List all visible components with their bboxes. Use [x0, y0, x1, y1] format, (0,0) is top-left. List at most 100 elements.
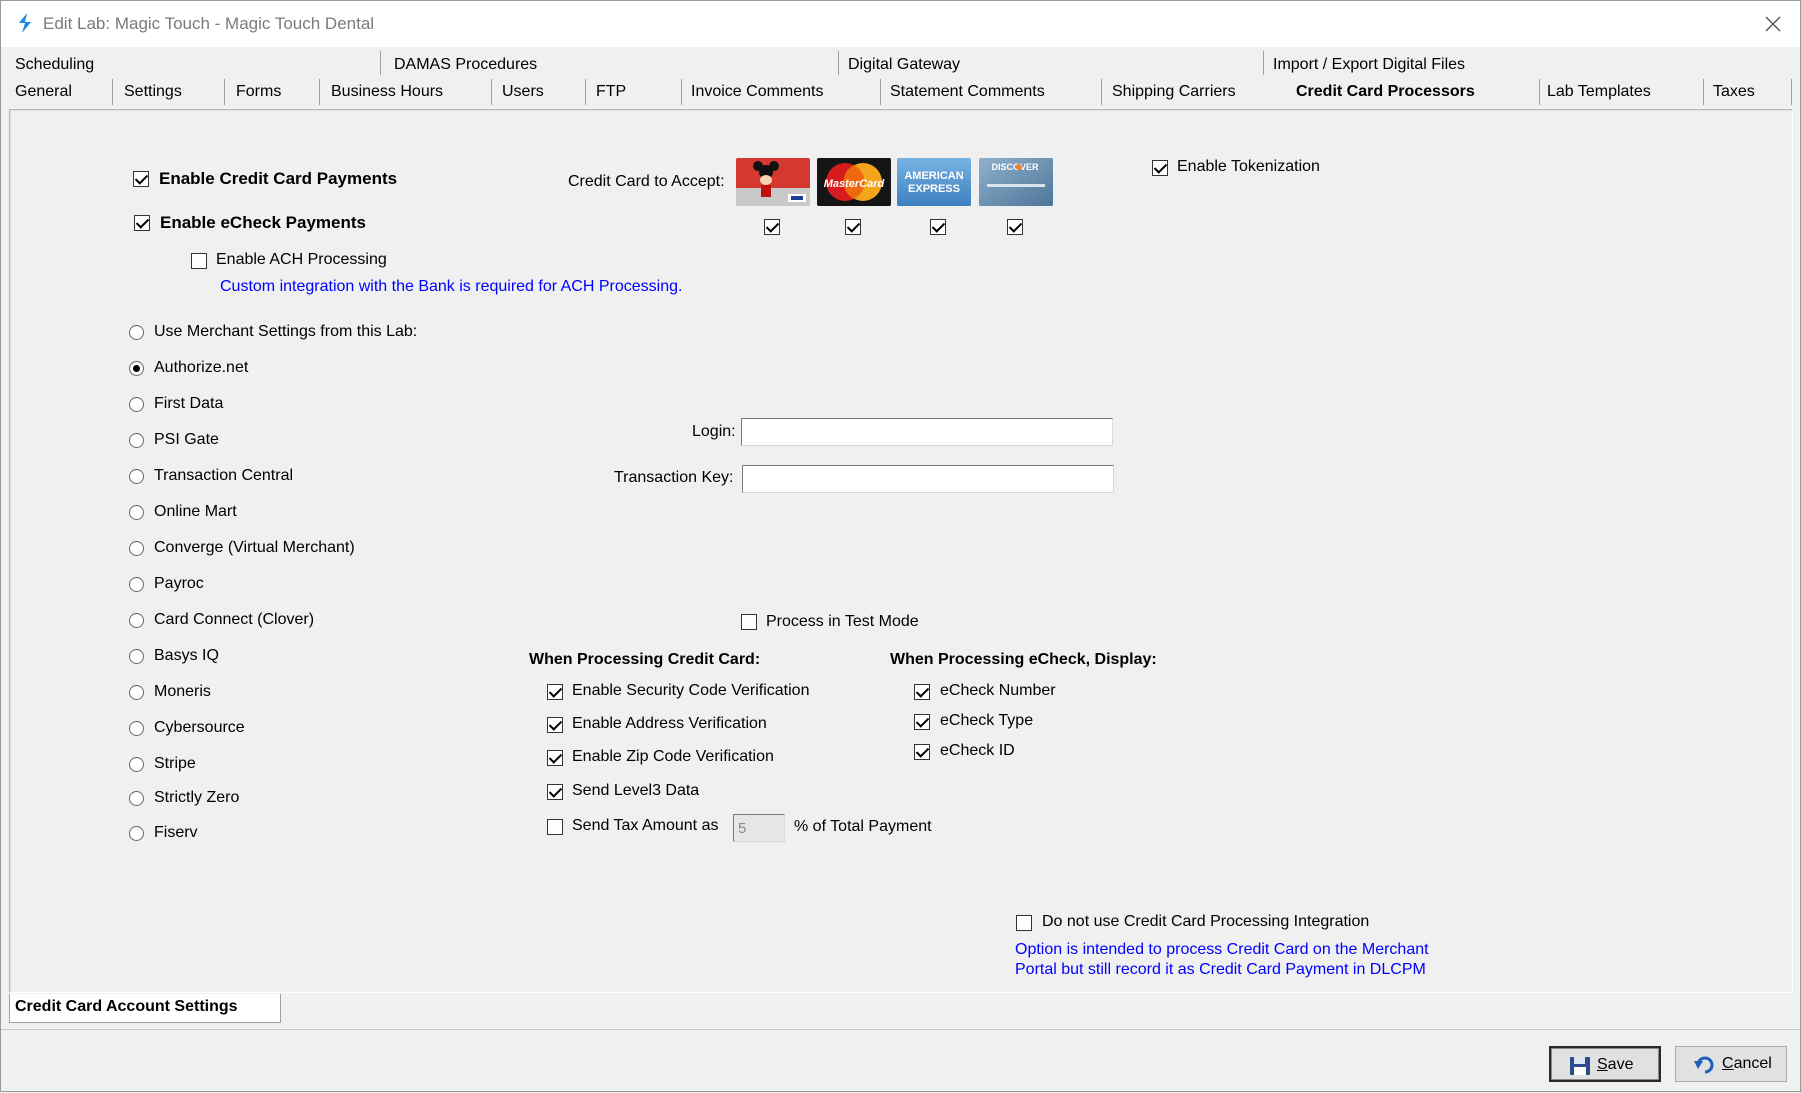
- security-code-verification-checkbox[interactable]: [547, 684, 563, 700]
- accept-mastercard-checkbox[interactable]: [845, 219, 861, 235]
- tab-credit-card-account-settings[interactable]: Credit Card Account Settings: [9, 994, 281, 1023]
- radio-label: Online Mart: [154, 503, 237, 520]
- enable-cc-payments-label: Enable Credit Card Payments: [159, 169, 398, 188]
- radio-transaction-central[interactable]: [129, 469, 144, 484]
- echeck-id-checkbox[interactable]: [914, 744, 930, 760]
- tab-taxes[interactable]: Taxes: [1709, 80, 1755, 106]
- cancel-button-label: Cancel: [1722, 1055, 1772, 1072]
- discover-card-icon: DISCOVER: [979, 158, 1053, 206]
- tab-users[interactable]: Users: [498, 80, 544, 106]
- transaction-key-input[interactable]: [742, 465, 1114, 493]
- svg-text:DISCOVER: DISCOVER: [991, 162, 1039, 172]
- close-icon[interactable]: [1758, 9, 1788, 39]
- tab-business-hours[interactable]: Business Hours: [327, 80, 443, 106]
- tab-separator: [112, 79, 113, 105]
- radio-label: Moneris: [154, 683, 211, 700]
- echeck-number-label: eCheck Number: [940, 682, 1056, 699]
- svg-text:EXPRESS: EXPRESS: [908, 183, 960, 195]
- zip-code-verification-checkbox[interactable]: [547, 750, 563, 766]
- cc-processing-heading: When Processing Credit Card:: [529, 651, 761, 668]
- radio-authorize-net[interactable]: [129, 361, 144, 376]
- process-test-mode-label: Process in Test Mode: [766, 613, 919, 630]
- process-test-mode-checkbox[interactable]: [741, 614, 757, 630]
- tab-ftp[interactable]: FTP: [592, 80, 626, 106]
- tab-statement-comments[interactable]: Statement Comments: [886, 80, 1045, 106]
- app-logo-icon: [19, 13, 31, 33]
- title-bar: Edit Lab: Magic Touch - Magic Touch Dent…: [1, 1, 1800, 47]
- no-cc-integration-note-2: Portal but still record it as Credit Car…: [1015, 961, 1426, 978]
- address-verification-label: Enable Address Verification: [572, 715, 767, 732]
- radio-label: Cybersource: [154, 719, 245, 736]
- tab-separator: [838, 51, 839, 75]
- window-title: Edit Lab: Magic Touch - Magic Touch Dent…: [43, 14, 375, 33]
- no-cc-integration-label: Do not use Credit Card Processing Integr…: [1042, 913, 1370, 930]
- tab-separator: [380, 51, 381, 75]
- tab-lab-templates[interactable]: Lab Templates: [1543, 80, 1651, 106]
- tab-invoice-comments[interactable]: Invoice Comments: [687, 80, 824, 106]
- echeck-type-label: eCheck Type: [940, 712, 1034, 729]
- echeck-number-checkbox[interactable]: [914, 684, 930, 700]
- radio-moneris[interactable]: [129, 685, 144, 700]
- send-level3-checkbox[interactable]: [547, 784, 563, 800]
- tab-separator: [491, 79, 492, 105]
- accept-amex-checkbox[interactable]: [930, 219, 946, 235]
- radio-strictly-zero[interactable]: [129, 791, 144, 806]
- enable-ach-processing-checkbox[interactable]: [191, 253, 207, 269]
- radio-label: Use Merchant Settings from this Lab:: [154, 323, 418, 340]
- tab-settings[interactable]: Settings: [120, 80, 182, 106]
- tab-separator: [319, 79, 320, 105]
- login-label: Login:: [692, 423, 736, 440]
- radio-stripe[interactable]: [129, 757, 144, 772]
- tab-digital-gateway[interactable]: Digital Gateway: [844, 53, 960, 79]
- radio-label: Strictly Zero: [154, 789, 240, 806]
- transaction-key-label: Transaction Key:: [614, 469, 734, 486]
- radio-label: Basys IQ: [154, 647, 219, 664]
- tab-credit-card-processors[interactable]: Credit Card Processors: [1292, 80, 1475, 106]
- address-verification-checkbox[interactable]: [547, 717, 563, 733]
- radio-label: PSI Gate: [154, 431, 219, 448]
- radio-converge[interactable]: [129, 541, 144, 556]
- tab-scheduling[interactable]: Scheduling: [11, 53, 94, 79]
- radio-online-mart[interactable]: [129, 505, 144, 520]
- echeck-type-checkbox[interactable]: [914, 714, 930, 730]
- echeck-display-heading: When Processing eCheck, Display:: [890, 651, 1157, 668]
- cards-to-accept-label: Credit Card to Accept:: [568, 173, 725, 190]
- amex-card-icon: AMERICAN EXPRESS: [897, 158, 971, 206]
- radio-label: Transaction Central: [154, 467, 294, 484]
- radio-fiserv[interactable]: [129, 826, 144, 841]
- tab-separator: [681, 79, 682, 105]
- radio-payroc[interactable]: [129, 577, 144, 592]
- tab-separator: [1703, 79, 1704, 105]
- send-tax-amount-checkbox[interactable]: [547, 819, 563, 835]
- radio-use-merchant-settings[interactable]: [129, 325, 144, 340]
- tax-percent-suffix: % of Total Payment: [794, 818, 932, 835]
- enable-cc-payments-checkbox[interactable]: [133, 171, 149, 187]
- tab-import-export-digital-files[interactable]: Import / Export Digital Files: [1269, 53, 1465, 79]
- edit-lab-window: Edit Lab: Magic Touch - Magic Touch Dent…: [0, 0, 1801, 1092]
- undo-arrow-icon: [1694, 1056, 1714, 1074]
- tab-separator: [1791, 79, 1792, 105]
- radio-basys-iq[interactable]: [129, 649, 144, 664]
- enable-tokenization-checkbox[interactable]: [1152, 160, 1168, 176]
- tax-percent-input[interactable]: [733, 814, 785, 842]
- tab-forms[interactable]: Forms: [232, 80, 281, 106]
- login-input[interactable]: [741, 418, 1113, 446]
- radio-card-connect[interactable]: [129, 613, 144, 628]
- accept-visa-checkbox[interactable]: [764, 219, 780, 235]
- send-tax-amount-label: Send Tax Amount as: [572, 817, 719, 834]
- svg-text:MasterCard: MasterCard: [824, 178, 885, 190]
- enable-ach-processing-label: Enable ACH Processing: [216, 251, 387, 268]
- no-cc-integration-checkbox[interactable]: [1016, 915, 1032, 931]
- cancel-button[interactable]: Cancel: [1675, 1046, 1787, 1082]
- tab-damas-procedures[interactable]: DAMAS Procedures: [390, 53, 537, 79]
- tab-shipping-carriers[interactable]: Shipping Carriers: [1108, 80, 1236, 106]
- save-button[interactable]: Save: [1549, 1046, 1661, 1082]
- radio-first-data[interactable]: [129, 397, 144, 412]
- radio-cybersource[interactable]: [129, 721, 144, 736]
- send-level3-label: Send Level3 Data: [572, 782, 700, 799]
- tab-general[interactable]: General: [11, 80, 72, 106]
- radio-label: Authorize.net: [154, 359, 249, 376]
- radio-psi-gate[interactable]: [129, 433, 144, 448]
- enable-echeck-payments-checkbox[interactable]: [134, 215, 150, 231]
- accept-discover-checkbox[interactable]: [1007, 219, 1023, 235]
